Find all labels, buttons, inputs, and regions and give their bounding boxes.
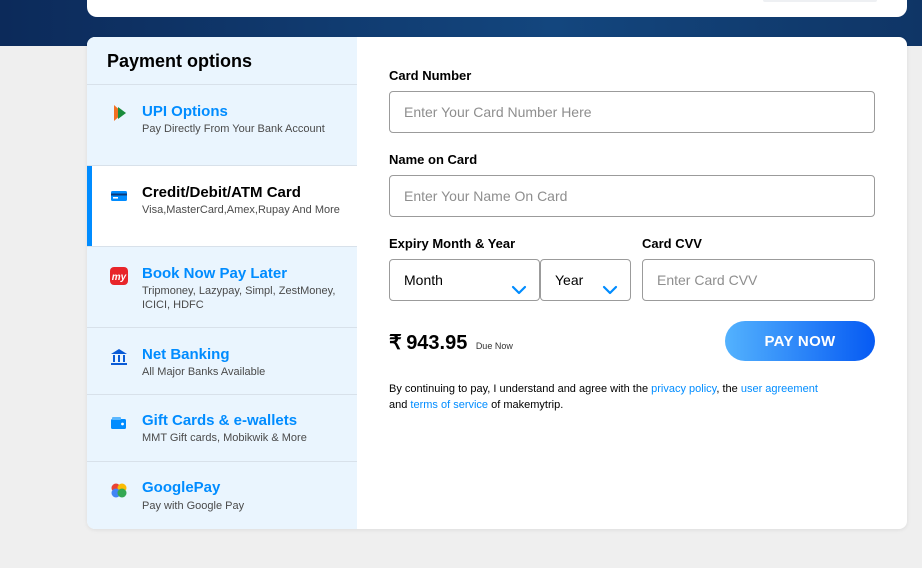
terms-of-service-link[interactable]: terms of service [410,399,488,411]
sidebar-title: Payment options [87,37,357,85]
option-subtitle: All Major Banks Available [142,366,266,378]
terms-text: By continuing to pay, I understand and a… [389,381,869,413]
currency-symbol: ₹ [389,332,402,354]
bank-icon [109,347,129,367]
expiry-label: Expiry Month & Year [389,236,516,251]
option-card[interactable]: Credit/Debit/ATM Card Visa,MasterCard,Am… [87,166,357,247]
amount-value: 943.95 [406,332,468,354]
svg-text:my: my [112,272,127,283]
option-subtitle: Visa,MasterCard,Amex,Rupay And More [142,204,340,216]
option-title: Credit/Debit/ATM Card [142,184,301,201]
privacy-policy-link[interactable]: privacy policy [651,383,716,395]
top-card-pill [763,0,877,2]
month-value: Month [404,272,443,288]
due-now-label: Due Now [475,341,513,351]
option-title: UPI Options [142,103,228,120]
expiry-month-select[interactable]: Month [389,259,540,301]
option-title: Book Now Pay Later [142,265,288,282]
option-subtitle: Pay Directly From Your Bank Account [142,123,325,135]
card-number-label: Card Number [389,68,472,83]
payment-card: Payment options UPI Options Pay Directly… [87,37,907,529]
year-value: Year [555,272,584,288]
upi-icon [109,103,129,123]
terms-middle: , the [716,383,741,395]
cvv-label: Card CVV [642,236,702,251]
user-agreement-link[interactable]: user agreement [741,383,818,395]
terms-prefix: By continuing to pay, I understand and a… [389,383,652,395]
payment-options-sidebar: Payment options UPI Options Pay Directly… [87,37,357,529]
mmt-logo-icon: my [109,266,129,286]
credit-card-icon [109,186,129,206]
option-title: GooglePay [142,479,221,496]
option-subtitle: Tripmoney, Lazypay, Simpl, ZestMoney, IC… [142,285,336,311]
option-gift-cards[interactable]: Gift Cards & e-wallets MMT Gift cards, M… [87,395,357,462]
pay-now-button[interactable]: PAY NOW [725,321,875,361]
card-number-input[interactable] [389,91,875,133]
option-pay-later[interactable]: my Book Now Pay Later Tripmoney, Lazypay… [87,247,357,328]
option-net-banking[interactable]: Net Banking All Major Banks Available [87,328,357,395]
chevron-down-icon [602,273,618,295]
cvv-input[interactable] [642,259,875,301]
option-google-pay[interactable]: GooglePay Pay with Google Pay [87,462,357,529]
option-title: Gift Cards & e-wallets [142,412,298,429]
top-summary-card [87,0,907,17]
name-on-card-input[interactable] [389,175,875,217]
name-on-card-label: Name on Card [389,152,478,167]
terms-and: and [389,399,411,411]
wallet-icon [109,413,129,433]
expiry-year-select[interactable]: Year [540,259,631,301]
terms-suffix: of makemytrip. [488,399,564,411]
google-pay-icon [109,480,129,500]
chevron-down-icon [511,273,527,295]
option-subtitle: Pay with Google Pay [142,500,245,512]
option-title: Net Banking [142,346,230,363]
option-upi[interactable]: UPI Options Pay Directly From Your Bank … [87,85,357,166]
option-subtitle: MMT Gift cards, Mobikwik & More [142,432,307,444]
card-form: Card Number Name on Card Expiry Month & … [357,37,907,529]
amount-due: ₹ 943.95 Due Now [389,330,513,355]
